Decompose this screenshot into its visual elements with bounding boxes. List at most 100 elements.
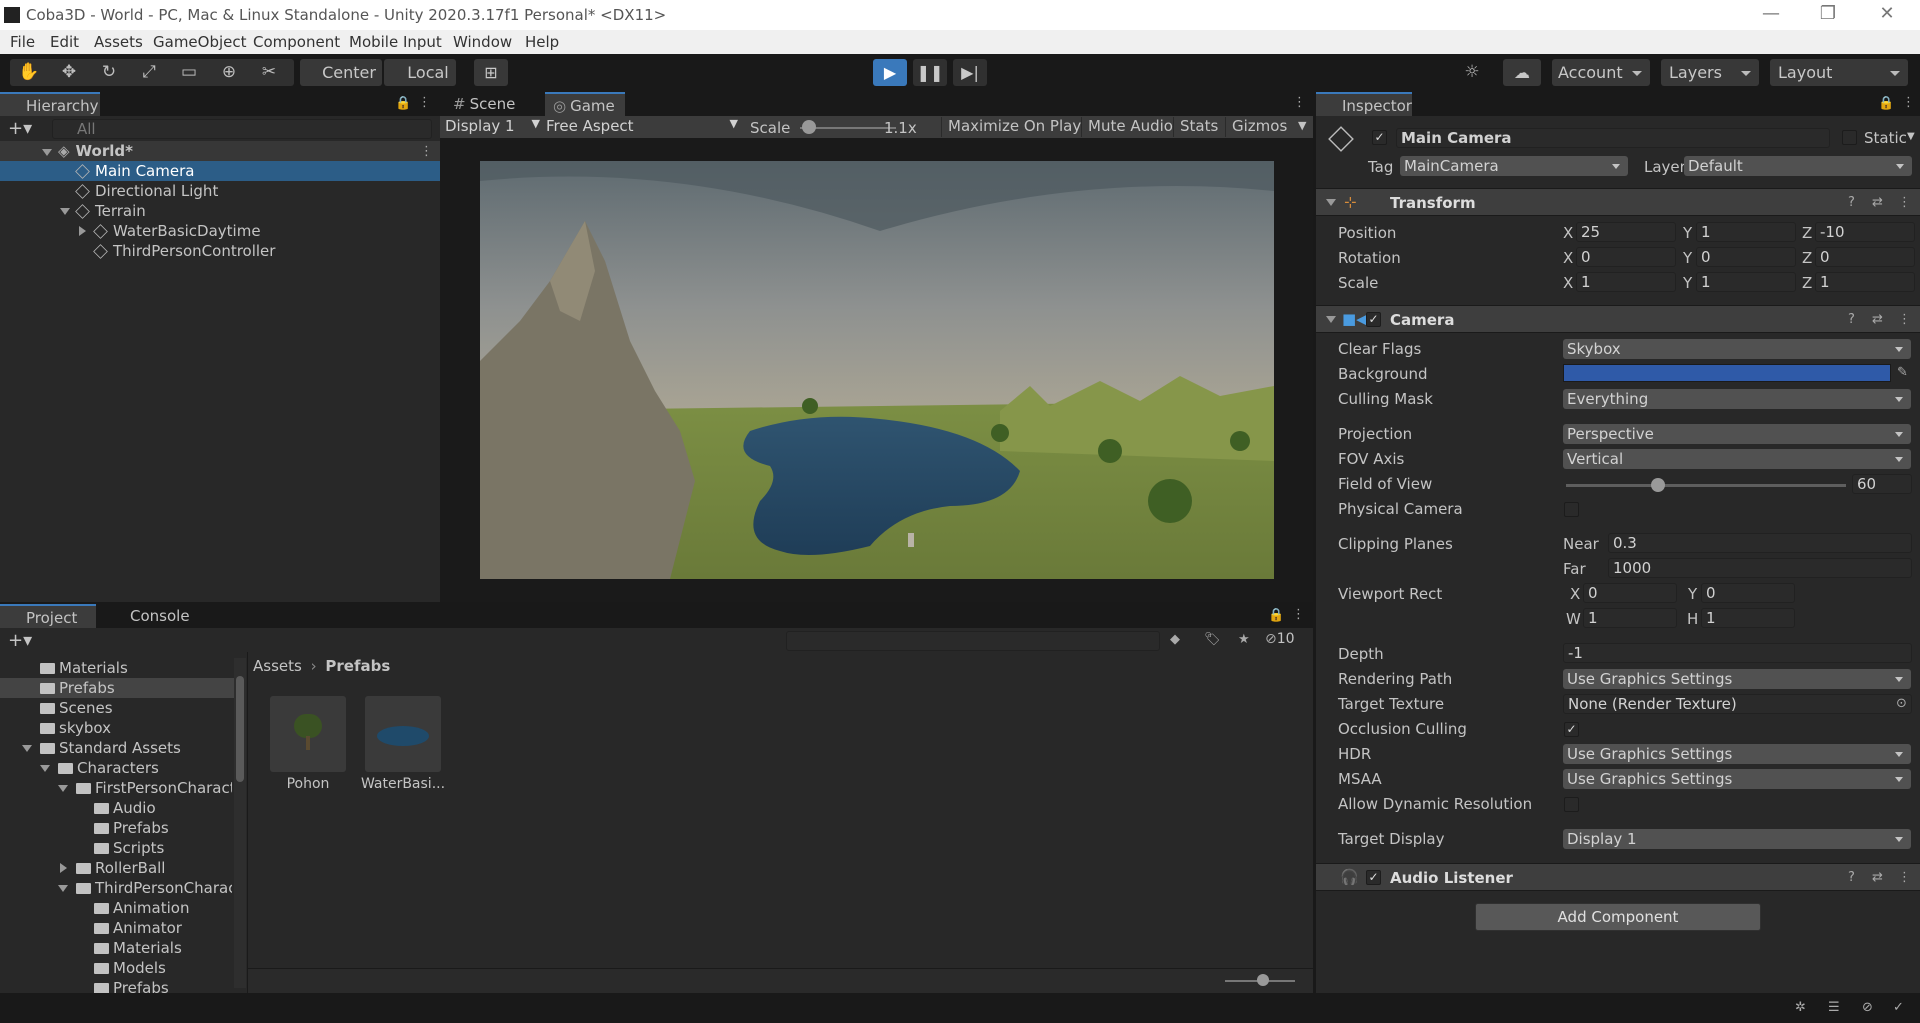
- fov-field[interactable]: 60: [1852, 474, 1912, 494]
- project-search-input[interactable]: [786, 631, 1160, 651]
- expand-arrow-icon[interactable]: [22, 745, 32, 752]
- breadcrumb-prefabs[interactable]: Prefabs: [325, 657, 390, 675]
- audio-enabled-checkbox[interactable]: ✓: [1366, 870, 1381, 885]
- tab-hierarchy[interactable]: Hierarchy: [0, 92, 100, 116]
- stats-button[interactable]: Stats: [1173, 117, 1224, 137]
- game-viewport[interactable]: [480, 161, 1274, 579]
- hierarchy-item-terrain[interactable]: Terrain: [75, 201, 146, 221]
- tree-item-firstperson[interactable]: FirstPersonCharact: [76, 778, 232, 798]
- active-checkbox[interactable]: ✓: [1372, 130, 1387, 145]
- hdr-dropdown[interactable]: Use Graphics Settings: [1563, 744, 1911, 764]
- fov-axis-dropdown[interactable]: Vertical: [1563, 449, 1911, 469]
- move-tool-icon[interactable]: ✥: [52, 59, 86, 86]
- layer-dropdown[interactable]: Default: [1684, 156, 1912, 176]
- menu-assets[interactable]: Assets: [94, 33, 143, 51]
- camera-enabled-checkbox[interactable]: ✓: [1366, 312, 1381, 327]
- hand-tool-icon[interactable]: ✋: [12, 59, 46, 86]
- rotate-tool-icon[interactable]: ↻: [92, 59, 126, 86]
- step-button[interactable]: ▶|: [953, 59, 987, 86]
- pause-button[interactable]: ❚❚: [913, 59, 947, 86]
- expand-arrow-icon[interactable]: [40, 765, 50, 772]
- component-menu-icon[interactable]: ⋮: [1898, 312, 1911, 327]
- lock-icon[interactable]: 🔒: [395, 96, 411, 111]
- scale-tool-icon[interactable]: ⤢: [132, 59, 166, 86]
- menu-window[interactable]: Window: [453, 33, 512, 51]
- tab-console[interactable]: Console: [104, 604, 200, 628]
- scale-y-field[interactable]: 1: [1696, 272, 1796, 292]
- tree-item-animation[interactable]: Animation: [94, 898, 189, 918]
- collapse-arrow-icon[interactable]: [79, 226, 86, 236]
- layout-dropdown[interactable]: Layout: [1770, 59, 1908, 86]
- fov-slider[interactable]: [1566, 484, 1846, 487]
- transform-header[interactable]: ⊹ Transform ? ⇄ ⋮: [1316, 188, 1920, 216]
- project-more-icon[interactable]: ⋮: [1292, 607, 1305, 622]
- project-lock-icon[interactable]: 🔒: [1268, 608, 1284, 623]
- inspector-lock-icon[interactable]: 🔒: [1878, 96, 1894, 111]
- aspect-dropdown[interactable]: Free Aspect ▼: [546, 117, 738, 137]
- restore-button[interactable]: ❐: [1813, 3, 1843, 27]
- tab-scene[interactable]: # Scene: [443, 92, 523, 116]
- dynamic-resolution-checkbox[interactable]: [1564, 797, 1579, 812]
- tree-item-characters[interactable]: Characters: [58, 758, 159, 778]
- collapse-arrow-icon[interactable]: [60, 863, 67, 873]
- asset-thumb-pohon[interactable]: [270, 696, 346, 772]
- filter-label-icon[interactable]: 🏷: [1204, 632, 1221, 647]
- more-icon[interactable]: ⋮: [418, 95, 431, 110]
- foldout-arrow-icon[interactable]: [1326, 316, 1336, 323]
- hierarchy-item-main-camera[interactable]: Main Camera: [75, 161, 194, 181]
- gizmos-button[interactable]: Gizmos: [1225, 117, 1293, 137]
- menu-edit[interactable]: Edit: [50, 33, 79, 51]
- breadcrumb-assets[interactable]: Assets: [253, 657, 302, 675]
- position-x-field[interactable]: 25: [1576, 222, 1676, 242]
- component-menu-icon[interactable]: ⋮: [1898, 195, 1911, 210]
- tree-item-audio[interactable]: Audio: [94, 798, 156, 818]
- tree-item-rollerball[interactable]: RollerBall: [76, 858, 165, 878]
- expand-arrow-icon[interactable]: [58, 885, 68, 892]
- favorite-icon[interactable]: ★: [1238, 632, 1250, 647]
- menu-help[interactable]: Help: [525, 33, 559, 51]
- scale-slider-handle[interactable]: [802, 120, 816, 134]
- tab-game[interactable]: ◎ Game: [545, 92, 625, 116]
- expand-arrow-icon[interactable]: [60, 208, 70, 215]
- custom-tool-icon[interactable]: ✂: [252, 59, 286, 86]
- projection-dropdown[interactable]: Perspective: [1563, 424, 1911, 444]
- help-icon[interactable]: ?: [1848, 195, 1855, 210]
- object-name-field[interactable]: Main Camera: [1396, 128, 1830, 148]
- display-dropdown[interactable]: Display 1 ▼: [445, 117, 540, 137]
- tag-dropdown[interactable]: MainCamera: [1400, 156, 1628, 176]
- static-checkbox[interactable]: [1842, 130, 1857, 145]
- mute-audio-button[interactable]: Mute Audio: [1081, 117, 1179, 137]
- occlusion-culling-checkbox[interactable]: ✓: [1564, 722, 1579, 737]
- expand-arrow-icon[interactable]: [58, 785, 68, 792]
- rotation-x-field[interactable]: 0: [1576, 247, 1676, 267]
- far-field[interactable]: 1000: [1608, 558, 1912, 578]
- rect-tool-icon[interactable]: ▭: [172, 59, 206, 86]
- static-dropdown-icon[interactable]: ▼: [1907, 131, 1915, 142]
- collab-icon[interactable]: ☼: [1455, 59, 1489, 86]
- target-display-dropdown[interactable]: Display 1: [1563, 829, 1911, 849]
- hierarchy-item-water[interactable]: WaterBasicDaytime: [93, 221, 261, 241]
- icon-size-slider-handle[interactable]: [1257, 974, 1269, 986]
- tree-item-scripts[interactable]: Scripts: [94, 838, 164, 858]
- debug-icon[interactable]: ✲: [1795, 1000, 1806, 1015]
- tree-item-thirdperson[interactable]: ThirdPersonCharac: [76, 878, 232, 898]
- tab-inspector[interactable]: Inspector: [1316, 92, 1412, 116]
- hierarchy-item-thirdperson[interactable]: ThirdPersonController: [93, 241, 275, 261]
- tree-item-prefabs-fp[interactable]: Prefabs: [94, 818, 169, 838]
- menu-gameobject[interactable]: GameObject: [153, 33, 247, 51]
- clear-flags-dropdown[interactable]: Skybox: [1563, 339, 1911, 359]
- maximize-on-play-button[interactable]: Maximize On Play: [941, 117, 1087, 137]
- object-picker-icon[interactable]: ⊙: [1896, 696, 1907, 711]
- position-z-field[interactable]: -10: [1815, 222, 1915, 242]
- rotation-z-field[interactable]: 0: [1815, 247, 1915, 267]
- help-icon[interactable]: ?: [1848, 870, 1855, 885]
- hierarchy-search-input[interactable]: All: [52, 119, 432, 139]
- cloud-button[interactable]: ☁: [1503, 59, 1541, 86]
- layers-status-icon[interactable]: ☰: [1828, 1000, 1840, 1015]
- asset-thumb-water[interactable]: [365, 696, 441, 772]
- near-field[interactable]: 0.3: [1608, 533, 1912, 553]
- tree-item-materials[interactable]: Materials: [40, 658, 128, 678]
- pivot-center-button[interactable]: Center: [300, 59, 382, 86]
- expand-arrow-icon[interactable]: [42, 149, 52, 156]
- add-object-button[interactable]: +▾: [8, 118, 32, 139]
